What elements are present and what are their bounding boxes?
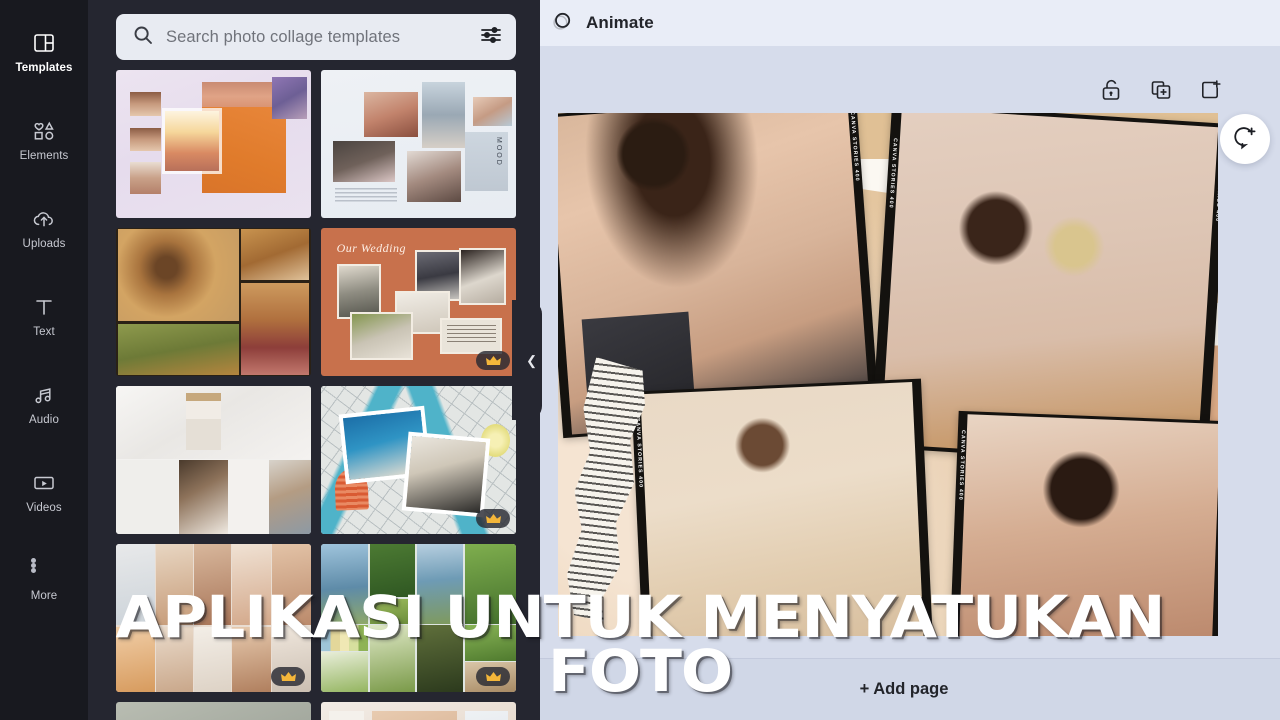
- editor-topbar: Animate: [528, 0, 1280, 46]
- photo-image: [881, 113, 1218, 464]
- text-icon: [31, 294, 57, 320]
- animate-circles-icon: [550, 9, 574, 38]
- uploads-cloud-icon: [31, 206, 57, 232]
- comment-plus-icon: [1232, 124, 1258, 155]
- crown-icon: [485, 671, 501, 681]
- photo-frame-4[interactable]: CANVA STORIES 400: [949, 411, 1218, 636]
- templates-panel: MOOD Our Wedding: [88, 0, 540, 720]
- elements-icon: [31, 118, 57, 144]
- audio-note-icon: [31, 382, 57, 408]
- crown-icon: [280, 671, 296, 681]
- more-dots-icon: [31, 557, 57, 584]
- sidebar-item-label: Templates: [15, 61, 73, 74]
- sidebar-item-text[interactable]: Text: [0, 272, 88, 360]
- add-page-label: + Add page: [859, 680, 949, 698]
- left-icon-rail: Templates Elements Uploads Text Audio Vi…: [0, 0, 88, 720]
- design-page[interactable]: CANVA STORIES 400 CANVA STORIES 400 CANV…: [558, 113, 1218, 636]
- template-thumb-white-minimal-fashion-collage[interactable]: [116, 386, 311, 534]
- crown-icon: [485, 513, 501, 523]
- photo-frame-3[interactable]: CANVA STORIES 400: [631, 378, 934, 636]
- template-thumb-mood-beige-blue-collage[interactable]: MOOD: [321, 70, 516, 218]
- canvas-stage: Animate CANVA STORIES 400 STORIES 400 CA…: [528, 0, 1280, 720]
- videos-play-icon: [31, 470, 57, 496]
- sidebar-item-audio[interactable]: Audio: [0, 360, 88, 448]
- template-thumb-travel-map-polaroid-collage[interactable]: [321, 386, 516, 534]
- template-thumb-green-nature-grid-collage[interactable]: [321, 544, 516, 692]
- sidebar-item-label: Elements: [19, 149, 69, 162]
- templates-icon: [31, 30, 57, 56]
- crown-icon: [485, 355, 501, 365]
- sidebar-item-elements[interactable]: Elements: [0, 96, 88, 184]
- sidebar-item-templates[interactable]: Templates: [0, 8, 88, 96]
- template-thumb-warm-neutral-collage-partial[interactable]: [321, 702, 516, 720]
- template-thumb-lion-wildlife-collage[interactable]: [116, 228, 311, 376]
- sidebar-item-label: Audio: [29, 413, 59, 426]
- template-caption: Our Wedding: [336, 241, 406, 256]
- search-icon: [132, 24, 154, 51]
- pro-crown-badge: [271, 667, 305, 686]
- sidebar-item-videos[interactable]: Videos: [0, 448, 88, 536]
- sidebar-item-uploads[interactable]: Uploads: [0, 184, 88, 272]
- template-thumb-our-wedding-terracotta-collage[interactable]: Our Wedding: [321, 228, 516, 376]
- template-thumb-beach-sunset-orange-collage[interactable]: [116, 70, 311, 218]
- animate-button[interactable]: Animate: [550, 9, 654, 38]
- sidebar-item-label: Videos: [26, 501, 62, 514]
- chevron-left-icon: ❮: [526, 352, 537, 368]
- search-area: [88, 0, 540, 70]
- pro-crown-badge: [476, 351, 510, 370]
- collapse-panel-button[interactable]: ❮: [512, 300, 542, 420]
- animate-label: Animate: [586, 13, 654, 32]
- template-caption: MOOD: [495, 136, 503, 167]
- sidebar-item-more[interactable]: More: [0, 536, 88, 624]
- search-bar[interactable]: [116, 14, 516, 60]
- page-tools: [1100, 78, 1222, 102]
- sidebar-item-label: Text: [33, 325, 55, 338]
- template-grid: MOOD Our Wedding: [88, 70, 540, 720]
- pro-crown-badge: [476, 509, 510, 528]
- tune-sliders-icon[interactable]: [480, 25, 502, 50]
- sidebar-item-label: More: [30, 589, 58, 602]
- add-comment-button[interactable]: [1220, 114, 1270, 164]
- template-thumb-grey-soft-collage-partial[interactable]: [116, 702, 311, 720]
- add-page-bar[interactable]: + Add page: [528, 658, 1280, 720]
- canva-editor-screen: Templates Elements Uploads Text Audio Vi…: [0, 0, 1280, 720]
- add-page-button[interactable]: [1200, 78, 1222, 102]
- photo-image: [958, 414, 1218, 636]
- pro-crown-badge: [476, 667, 510, 686]
- search-input[interactable]: [166, 27, 468, 47]
- lock-page-button[interactable]: [1100, 78, 1122, 102]
- photo-image: [640, 381, 925, 636]
- duplicate-page-button[interactable]: [1150, 78, 1172, 102]
- sidebar-item-label: Uploads: [22, 237, 66, 250]
- template-thumb-beige-skin-tone-grid-collage[interactable]: [116, 544, 311, 692]
